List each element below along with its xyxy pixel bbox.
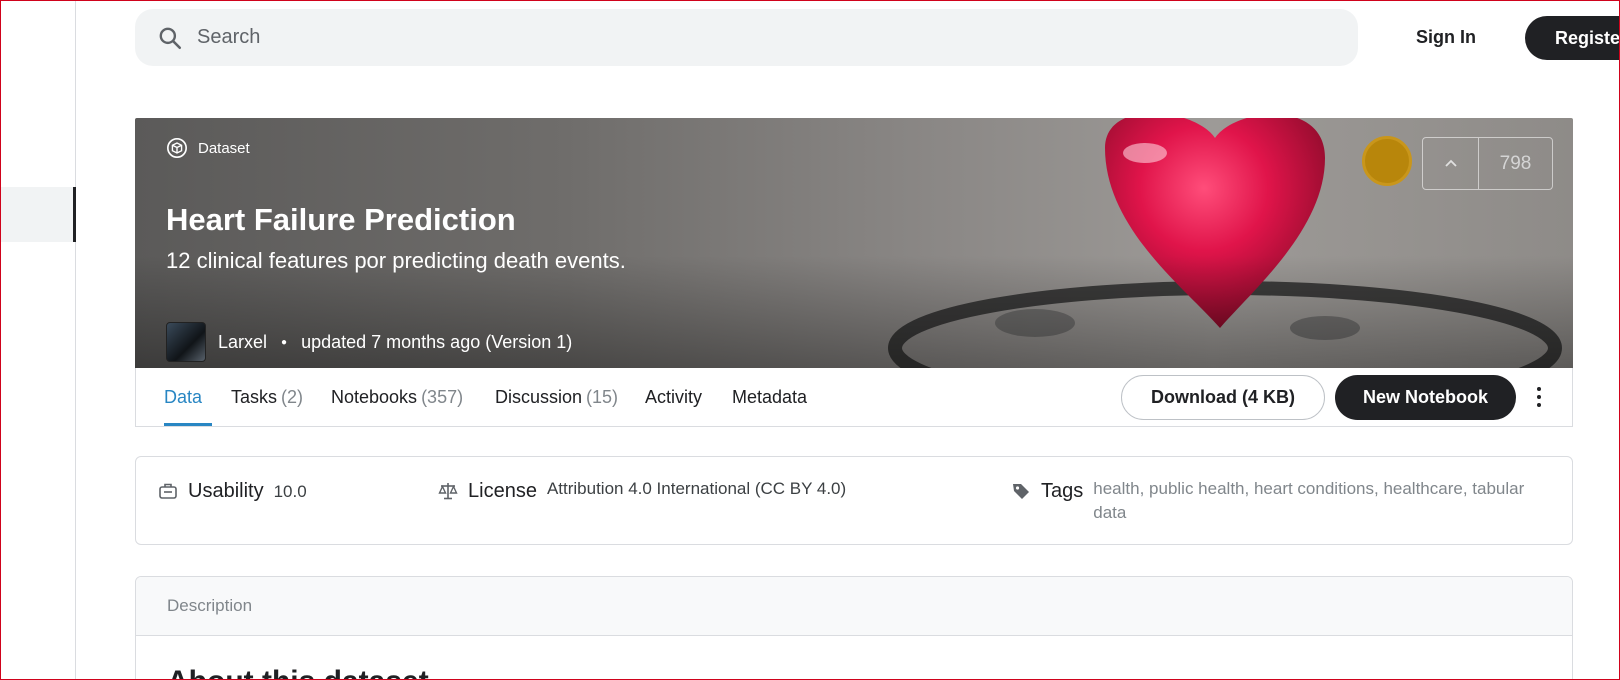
- upvote-button[interactable]: [1423, 138, 1479, 189]
- license-icon: [438, 483, 458, 500]
- description-title: About this dataset: [167, 665, 429, 680]
- separator-dot: ●: [281, 336, 288, 348]
- search-bar[interactable]: [135, 9, 1358, 66]
- tab-data[interactable]: Data: [164, 368, 202, 426]
- owner-info: Larxel ● updated 7 months ago (Version 1…: [166, 322, 572, 362]
- left-sidebar: [0, 0, 76, 680]
- dataset-type-text: Dataset: [198, 139, 250, 157]
- tag-item[interactable]: healthcare: [1383, 479, 1462, 498]
- vote-count: 798: [1499, 152, 1532, 174]
- owner-name[interactable]: Larxel: [218, 332, 267, 353]
- new-notebook-button[interactable]: New Notebook: [1335, 375, 1516, 420]
- upvote-icon: [1444, 159, 1457, 167]
- active-tab-indicator: [164, 423, 212, 426]
- tab-count: (357): [421, 386, 464, 407]
- dataset-type-label: Dataset: [166, 137, 250, 159]
- tags-label: Tags: [1041, 480, 1084, 502]
- usability-label: Usability: [188, 480, 264, 502]
- tab-activity[interactable]: Activity: [645, 368, 702, 426]
- description-card: Description About this dataset: [135, 576, 1573, 680]
- description-header: Description: [136, 577, 1572, 636]
- tab-label: Notebooks: [331, 386, 418, 407]
- tab-metadata[interactable]: Metadata: [732, 368, 807, 426]
- dataset-meta-card: Usability 10.0 License Attribution 4.0 I…: [135, 456, 1573, 545]
- tab-count: (15): [586, 386, 619, 407]
- search-input[interactable]: [197, 26, 1097, 49]
- tab-label: Activity: [645, 386, 703, 407]
- sign-in-button[interactable]: Sign In: [1396, 16, 1496, 58]
- upvote-widget: 798: [1422, 137, 1553, 190]
- license-info: License Attribution 4.0 International (C…: [438, 479, 846, 503]
- more-vert-icon[interactable]: [1530, 379, 1548, 415]
- tab-tasks[interactable]: Tasks (2): [231, 368, 303, 426]
- tag-item[interactable]: heart conditions: [1254, 479, 1374, 498]
- tag-item[interactable]: public health: [1149, 479, 1244, 498]
- license-label: License: [468, 480, 537, 502]
- download-button[interactable]: Download (4 KB): [1121, 375, 1325, 420]
- usability-icon: [159, 483, 177, 499]
- tab-notebooks[interactable]: Notebooks (357): [331, 368, 463, 426]
- tags-info: Tags health, public health, heart condit…: [1011, 479, 1533, 525]
- register-button[interactable]: Register: [1525, 16, 1620, 60]
- license-value[interactable]: Attribution 4.0 International (CC BY 4.0…: [547, 477, 846, 501]
- tag-icon: [1013, 484, 1029, 499]
- page-title: Heart Failure Prediction: [166, 202, 516, 237]
- update-info: updated 7 months ago (Version 1): [301, 331, 573, 352]
- usability-info: Usability 10.0: [158, 479, 307, 504]
- dataset-icon: [167, 138, 187, 158]
- tab-label: Tasks: [231, 386, 278, 407]
- tab-count: (2): [281, 386, 304, 407]
- page-subtitle: 12 clinical features por predicting deat…: [166, 248, 626, 273]
- tab-label: Data: [164, 386, 203, 407]
- tag-list: health, public health, heart conditions,…: [1093, 479, 1525, 522]
- medal-icon: [1362, 136, 1412, 186]
- tab-label: Metadata: [732, 386, 808, 407]
- search-icon: [159, 27, 182, 49]
- tab-discussion[interactable]: Discussion (15): [495, 368, 618, 426]
- dataset-header-banner: Dataset Heart Failure Prediction 12 clin…: [135, 118, 1573, 368]
- avatar[interactable]: [166, 322, 206, 362]
- sidebar-item-active[interactable]: [0, 187, 76, 242]
- usability-value: 10.0: [273, 482, 307, 501]
- tab-label: Discussion: [495, 386, 583, 407]
- tag-item[interactable]: health: [1093, 479, 1139, 498]
